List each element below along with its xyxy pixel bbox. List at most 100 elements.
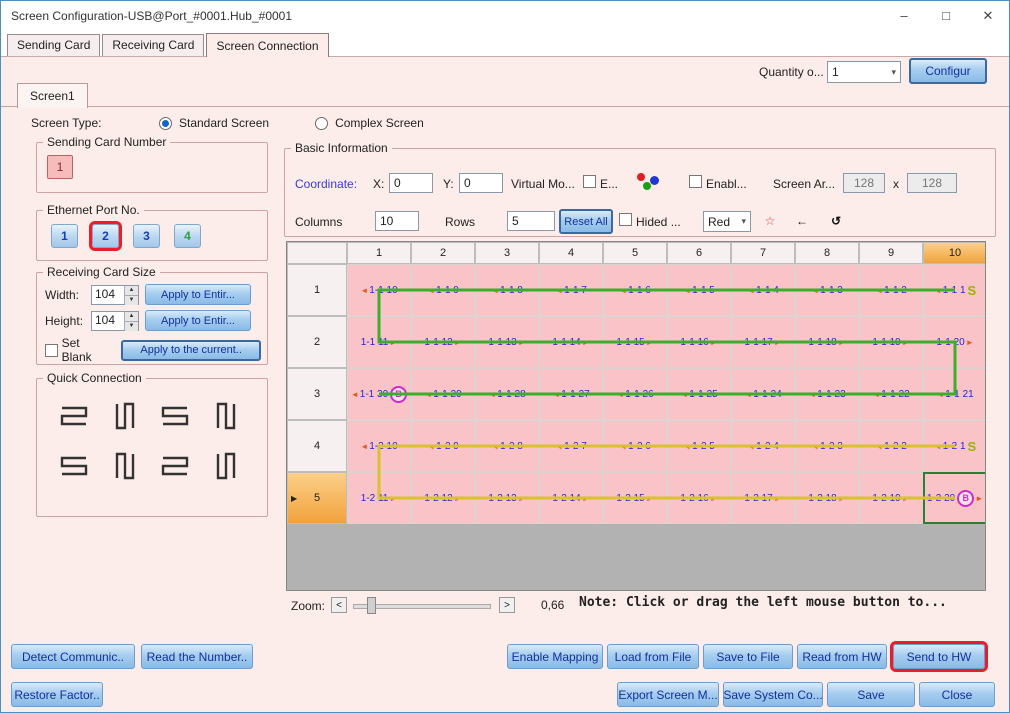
grid-cell-r5-c2[interactable]: 1-2 12 ►: [411, 472, 475, 524]
enable-virtual-checkbox[interactable]: [583, 175, 596, 188]
apply-width-button[interactable]: Apply to Entir...: [145, 284, 251, 305]
export-screen-button[interactable]: Export Screen M...: [617, 682, 719, 707]
reset-all-button[interactable]: Reset All: [559, 209, 613, 234]
grid-cell-r5-c10[interactable]: 1-2 20 B ►: [923, 472, 985, 524]
ethernet-port-3-button[interactable]: 3: [133, 224, 160, 248]
grid-col-header-1[interactable]: 1: [347, 242, 411, 264]
grid-col-header-9[interactable]: 9: [859, 242, 923, 264]
height-stepper[interactable]: 104 ▲ ▼: [91, 310, 139, 331]
back-arrow-icon[interactable]: ←: [789, 210, 815, 232]
zoom-out-button[interactable]: <: [331, 597, 347, 613]
n-up-left-pattern-icon[interactable]: [207, 449, 245, 483]
grid-cell-r5-c9[interactable]: 1-2 19 ►: [859, 472, 923, 524]
grid-cell-r4-c5[interactable]: ◄ 1-2 6: [603, 420, 667, 472]
quantity-select[interactable]: 1 ▾: [827, 61, 901, 83]
maximize-icon[interactable]: □: [925, 1, 967, 31]
grid-cell-r3-c8[interactable]: ◄ 1-1 23: [795, 368, 859, 420]
tab-receiving-card[interactable]: Receiving Card: [102, 34, 205, 56]
enable-checkbox[interactable]: [689, 175, 702, 188]
grid-col-header-2[interactable]: 2: [411, 242, 475, 264]
grid-cell-r5-c4[interactable]: 1-2 14 ►: [539, 472, 603, 524]
load-from-file-button[interactable]: Load from File: [607, 644, 699, 669]
rows-input[interactable]: 5: [507, 211, 555, 231]
grid-cell-r1-c5[interactable]: ◄ 1-1 6: [603, 264, 667, 316]
grid-col-header-5[interactable]: 5: [603, 242, 667, 264]
enable-mapping-button[interactable]: Enable Mapping: [507, 644, 603, 669]
z-left-down-pattern-icon[interactable]: [156, 399, 194, 433]
n-up-right-pattern-icon[interactable]: [106, 449, 144, 483]
grid-cell-r1-c9[interactable]: ◄ 1-1 2: [859, 264, 923, 316]
grid-cell-r3-c4[interactable]: ◄ 1-1 27: [539, 368, 603, 420]
grid-cell-r5-c7[interactable]: 1-2 17 ►: [731, 472, 795, 524]
grid-col-header-3[interactable]: 3: [475, 242, 539, 264]
line-color-select[interactable]: Red ▾: [703, 211, 751, 232]
grid-cell-r5-c3[interactable]: 1-2 13 ►: [475, 472, 539, 524]
sending-card-1-button[interactable]: 1: [47, 155, 73, 179]
hided-checkbox[interactable]: [619, 213, 632, 226]
grid-cell-r3-c9[interactable]: ◄ 1-1 22: [859, 368, 923, 420]
grid-cell-r2-c5[interactable]: 1-1 15 ►: [603, 316, 667, 368]
grid-cell-r4-c2[interactable]: ◄ 1-2 9: [411, 420, 475, 472]
tab-screen1[interactable]: Screen1: [17, 83, 88, 108]
tab-sending-card[interactable]: Sending Card: [7, 34, 101, 56]
save-system-button[interactable]: Save System Co...: [723, 682, 823, 707]
n-down-right-pattern-icon[interactable]: [106, 399, 144, 433]
detect-communication-button[interactable]: Detect Communic..: [11, 644, 135, 669]
grid-cell-r1-c10[interactable]: ◄ 1-1 1S: [923, 264, 985, 316]
grid-row-header-2[interactable]: 2: [287, 316, 347, 368]
configure-button[interactable]: Configur: [909, 58, 987, 84]
grid-cell-r2-c4[interactable]: 1-1 14 ►: [539, 316, 603, 368]
grid-cell-r1-c7[interactable]: ◄ 1-1 4: [731, 264, 795, 316]
grid-cell-r3-c7[interactable]: ◄ 1-1 24: [731, 368, 795, 420]
grid-cell-r2-c10[interactable]: 1-1 20 ►: [923, 316, 985, 368]
stepper-arrows-icon[interactable]: ▲ ▼: [124, 311, 138, 331]
restore-factory-button[interactable]: Restore Factor..: [11, 682, 103, 707]
grid-cell-r2-c9[interactable]: 1-1 19 ►: [859, 316, 923, 368]
grid-col-header-4[interactable]: 4: [539, 242, 603, 264]
apply-to-current-button[interactable]: Apply to the current..: [121, 339, 261, 361]
read-number-button[interactable]: Read the Number..: [141, 644, 253, 669]
zoom-in-button[interactable]: >: [499, 597, 515, 613]
grid-col-header-7[interactable]: 7: [731, 242, 795, 264]
set-blank-checkbox[interactable]: [45, 343, 58, 357]
grid-cell-r1-c4[interactable]: ◄ 1-1 7: [539, 264, 603, 316]
grid-cell-r2-c6[interactable]: 1-1 16 ►: [667, 316, 731, 368]
save-to-file-button[interactable]: Save to File: [703, 644, 793, 669]
ethernet-port-2-button[interactable]: 2: [92, 224, 119, 248]
tab-screen-connection[interactable]: Screen Connection: [206, 33, 329, 57]
grid-cell-r2-c1[interactable]: 1-1 11 ►: [347, 316, 411, 368]
grid-cell-r5-c1[interactable]: 1-2 11 ►: [347, 472, 411, 524]
undo-icon[interactable]: ↺: [823, 210, 849, 232]
width-stepper[interactable]: 104 ▲ ▼: [91, 284, 139, 305]
z-right-up-pattern-icon[interactable]: [55, 449, 93, 483]
grid-cell-r2-c7[interactable]: 1-1 17 ►: [731, 316, 795, 368]
x-input[interactable]: 0: [389, 173, 433, 193]
grid-cell-r5-c8[interactable]: 1-2 18 ►: [795, 472, 859, 524]
grid-cell-r2-c8[interactable]: 1-1 18 ►: [795, 316, 859, 368]
close-button[interactable]: Close: [919, 682, 995, 707]
n-down-left-pattern-icon[interactable]: [207, 399, 245, 433]
grid-cell-r4-c6[interactable]: ◄ 1-2 5: [667, 420, 731, 472]
z-right-down-pattern-icon[interactable]: [55, 399, 93, 433]
grid-cell-r2-c2[interactable]: 1-1 12 ►: [411, 316, 475, 368]
grid-cell-r3-c2[interactable]: ◄ 1-1 29: [411, 368, 475, 420]
read-from-hw-button[interactable]: Read from HW: [797, 644, 887, 669]
grid-cell-r1-c1[interactable]: ◄ 1-1 10: [347, 264, 411, 316]
grid-col-header-8[interactable]: 8: [795, 242, 859, 264]
standard-screen-radio[interactable]: [159, 116, 172, 130]
grid-cell-r4-c3[interactable]: ◄ 1-2 8: [475, 420, 539, 472]
save-button[interactable]: Save: [827, 682, 915, 707]
grid-cell-r3-c6[interactable]: ◄ 1-1 25: [667, 368, 731, 420]
z-left-up-pattern-icon[interactable]: [156, 449, 194, 483]
grid-cell-r3-c1[interactable]: ◄ 1-1 30 B: [347, 368, 411, 420]
ethernet-port-4-button[interactable]: 4: [174, 224, 201, 248]
grid-cell-r3-c10[interactable]: ◄ 1-1 21: [923, 368, 985, 420]
send-to-hw-button[interactable]: Send to HW: [893, 644, 985, 669]
minimize-icon[interactable]: –: [883, 1, 925, 31]
grid-cell-r3-c3[interactable]: ◄ 1-1 28: [475, 368, 539, 420]
grid-cell-r3-c5[interactable]: ◄ 1-1 26: [603, 368, 667, 420]
stepper-arrows-icon[interactable]: ▲ ▼: [124, 285, 138, 305]
grid-col-header-10[interactable]: 10: [923, 242, 985, 264]
grid-cell-r4-c9[interactable]: ◄ 1-2 2: [859, 420, 923, 472]
grid-row-header-4[interactable]: 4: [287, 420, 347, 472]
